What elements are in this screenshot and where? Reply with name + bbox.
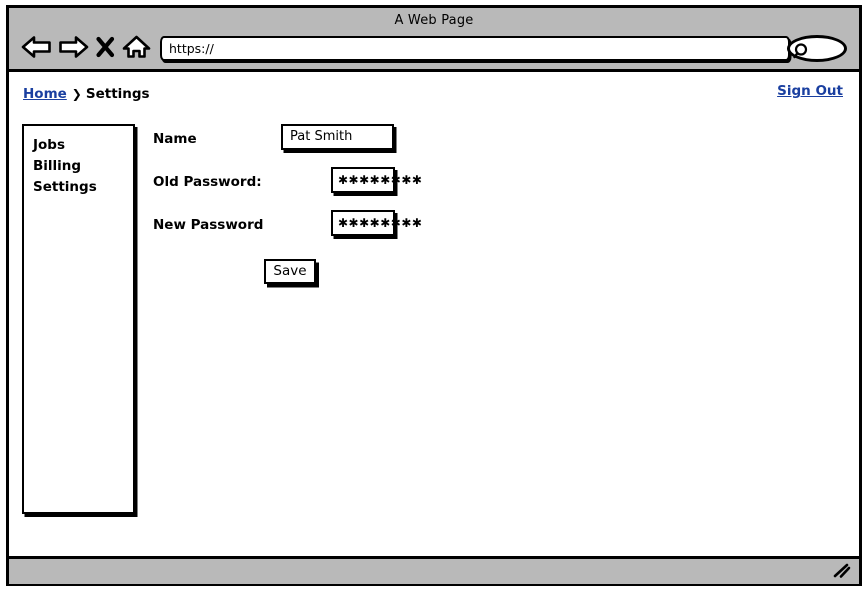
browser-window: A Web Page https:// Home ❯ Settings Sign… bbox=[6, 5, 862, 586]
old-password-input-value: ✱✱✱✱✱✱✱✱ bbox=[338, 173, 423, 187]
browser-chrome: A Web Page https:// bbox=[9, 8, 859, 72]
new-password-label: New Password bbox=[153, 217, 264, 233]
back-arrow-icon[interactable] bbox=[21, 34, 52, 60]
search-button[interactable] bbox=[787, 35, 847, 62]
sidebar-item-jobs[interactable]: Jobs bbox=[33, 135, 133, 156]
page-content: Home ❯ Settings Sign Out Jobs Billing Sett… bbox=[9, 72, 859, 556]
save-button[interactable]: Save bbox=[264, 259, 316, 284]
old-password-input[interactable]: ✱✱✱✱✱✱✱✱ bbox=[331, 167, 422, 193]
window-title: A Web Page bbox=[394, 13, 474, 28]
status-bar bbox=[9, 556, 859, 584]
url-text: https:// bbox=[169, 41, 214, 56]
breadcrumb-link-home[interactable]: Home bbox=[23, 86, 67, 102]
name-input[interactable]: Pat Smith bbox=[281, 124, 394, 150]
form-row-name: Name Pat Smith bbox=[153, 124, 653, 167]
save-button-label: Save bbox=[273, 263, 307, 279]
sidebar-list: Jobs Billing Settings bbox=[24, 126, 133, 198]
url-input[interactable]: https:// bbox=[160, 36, 790, 61]
form-row-actions: Save bbox=[153, 253, 653, 293]
screenshot-root: A Web Page https:// Home ❯ Settings Sign… bbox=[0, 0, 868, 591]
chevron-right-icon: ❯ bbox=[71, 87, 82, 101]
sidebar-item-settings[interactable]: Settings bbox=[33, 177, 133, 198]
magnifier-icon bbox=[793, 42, 811, 63]
breadcrumb: Home ❯ Settings bbox=[23, 86, 150, 102]
navigation-buttons bbox=[21, 34, 151, 60]
name-input-value: Pat Smith bbox=[290, 129, 353, 144]
name-label: Name bbox=[153, 131, 197, 147]
sign-out-link[interactable]: Sign Out bbox=[777, 83, 843, 99]
forward-arrow-icon[interactable] bbox=[58, 34, 89, 60]
close-x-icon[interactable] bbox=[95, 34, 116, 60]
form-row-new-password: New Password ✱✱✱✱✱✱✱✱ bbox=[153, 210, 653, 253]
breadcrumb-current-settings: Settings bbox=[85, 86, 150, 102]
new-password-input-value: ✱✱✱✱✱✱✱✱ bbox=[338, 216, 423, 230]
settings-form: Name Pat Smith Old Password: ✱✱✱✱✱✱✱✱ Ne… bbox=[153, 124, 653, 293]
form-row-old-password: Old Password: ✱✱✱✱✱✱✱✱ bbox=[153, 167, 653, 210]
old-password-label: Old Password: bbox=[153, 174, 262, 190]
sidebar: Jobs Billing Settings bbox=[22, 124, 135, 514]
sidebar-item-billing[interactable]: Billing bbox=[33, 156, 133, 177]
resize-grip-icon[interactable] bbox=[832, 563, 852, 583]
new-password-input[interactable]: ✱✱✱✱✱✱✱✱ bbox=[331, 210, 422, 236]
home-icon[interactable] bbox=[122, 34, 151, 60]
browser-toolbar: https:// bbox=[9, 33, 859, 69]
